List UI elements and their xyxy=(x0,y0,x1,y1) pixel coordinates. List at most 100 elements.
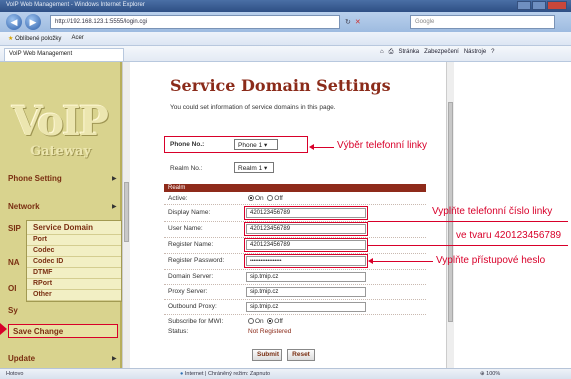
favorites-button[interactable]: ★ Oblíbené položky xyxy=(8,35,61,42)
status-bar: Hotovo ● Internet | Chráněný režim: Zapn… xyxy=(0,368,571,379)
user-name-field[interactable]: 420123456789 xyxy=(246,224,366,234)
close-button[interactable] xyxy=(547,1,567,10)
annotation-line xyxy=(368,245,568,246)
subscribe-on-label: On xyxy=(255,318,264,325)
sidebar-item-phone-setting[interactable]: Phone Setting xyxy=(8,174,62,183)
print-icon[interactable]: ⎙ xyxy=(389,49,394,56)
sidebar-item-network[interactable]: Network xyxy=(8,202,40,211)
submenu-dtmf[interactable]: DTMF xyxy=(27,268,121,279)
annotation-line xyxy=(368,221,568,222)
chevron-right-icon: ▶ xyxy=(112,176,117,182)
zoom-level: 100% xyxy=(486,371,501,377)
outbound-proxy-field[interactable]: sip.tmip.cz xyxy=(246,302,366,312)
reset-button[interactable]: Reset xyxy=(287,349,315,361)
refresh-icon[interactable]: ↻ xyxy=(345,18,351,26)
submenu-rport[interactable]: RPort xyxy=(27,279,121,290)
realm-no-select[interactable]: Realm 1 ▾ xyxy=(234,162,274,173)
sidebar-item-sip[interactable]: SIP xyxy=(8,224,21,233)
annotation-phone-number-1: Vyplňte telefonní číslo linky xyxy=(432,206,553,217)
sidebar-scrollbar[interactable] xyxy=(122,62,130,368)
annotation-password: Vyplňte přístupové heslo xyxy=(436,255,546,266)
outbound-proxy-label: Outbound Proxy: xyxy=(168,303,217,310)
sidebar: VoIP Gateway Phone Setting ▶ Network ▶ S… xyxy=(0,62,122,368)
status-zone: ● Internet | Chráněný režim: Zapnuto xyxy=(180,371,270,377)
main-panel: Service Domain Settings You could set in… xyxy=(130,62,450,368)
status-value: Not Registered xyxy=(248,328,292,335)
chevron-right-icon: ▶ xyxy=(112,356,117,362)
row-divider xyxy=(164,314,426,315)
subscribe-mwi-label: Subscribe for MWI: xyxy=(168,318,224,325)
submenu-other[interactable]: Other xyxy=(27,290,121,301)
active-radio-group: On Off xyxy=(248,195,283,202)
zoom-control[interactable]: ⊕ 100% xyxy=(480,371,500,377)
domain-server-field[interactable]: sip.tmip.cz xyxy=(246,272,366,282)
save-change-button[interactable]: Save Change xyxy=(8,324,118,338)
globe-icon: ● xyxy=(180,371,184,377)
help-icon[interactable]: ? xyxy=(491,49,494,56)
cmd-security[interactable]: Zabezpečení xyxy=(424,49,459,56)
phone-no-select[interactable]: Phone 1 ▾ xyxy=(234,139,278,150)
page-content: VoIP Gateway Phone Setting ▶ Network ▶ S… xyxy=(0,62,571,368)
tab-voip[interactable]: VoIP Web Management xyxy=(4,48,124,61)
zoom-icon: ⊕ xyxy=(480,371,485,377)
subscribe-off-radio[interactable] xyxy=(267,318,274,324)
sidebar-item-na[interactable]: NA xyxy=(8,258,20,267)
submenu-service-domain[interactable]: Service Domain xyxy=(27,221,121,235)
display-name-field[interactable]: 420123456789 xyxy=(246,208,366,218)
realm-no-value: Realm 1 xyxy=(238,165,263,172)
subscribe-radio-group: On Off xyxy=(248,318,283,325)
subscribe-on-radio[interactable] xyxy=(248,318,254,324)
active-label: Active: xyxy=(168,195,188,202)
search-input[interactable]: Google xyxy=(410,15,555,29)
submit-button[interactable]: Submit xyxy=(252,349,282,361)
row-divider xyxy=(164,204,426,205)
stop-icon[interactable]: ✕ xyxy=(355,18,361,26)
sidebar-item-ot[interactable]: OI xyxy=(8,284,16,293)
phone-no-label: Phone No.: xyxy=(170,141,205,148)
maximize-button[interactable] xyxy=(532,1,546,10)
annotation-line xyxy=(373,261,433,262)
active-off-radio[interactable] xyxy=(267,195,274,201)
display-name-label: Display Name: xyxy=(168,209,211,216)
register-password-field[interactable]: •••••••••••••••••• xyxy=(246,256,366,266)
gateway-logo: Gateway xyxy=(30,144,91,159)
cmd-page[interactable]: Stránka xyxy=(398,49,419,56)
minimize-button[interactable] xyxy=(517,1,531,10)
voip-logo: VoIP xyxy=(12,98,109,145)
submenu-codec[interactable]: Codec xyxy=(27,246,121,257)
user-name-label: User Name: xyxy=(168,225,203,232)
annotation-arrow xyxy=(0,323,7,335)
register-name-label: Register Name: xyxy=(168,241,214,248)
window-title-bar: VoIP Web Management - Windows Internet E… xyxy=(0,0,571,12)
home-icon[interactable]: ⌂ xyxy=(380,49,384,56)
active-on-label: On xyxy=(255,195,264,202)
chevron-down-icon: ▾ xyxy=(264,142,268,149)
sidebar-item-update[interactable]: Update xyxy=(8,354,35,363)
sidebar-scroll-thumb[interactable] xyxy=(124,182,129,242)
page-intro: You could set information of service dom… xyxy=(170,104,336,111)
register-password-label: Register Password: xyxy=(168,257,225,264)
chevron-down-icon: ▾ xyxy=(264,165,268,172)
cmd-tools[interactable]: Nástroje xyxy=(464,49,486,56)
register-name-field[interactable]: 420123456789 xyxy=(246,240,366,250)
address-tools: ↻ ✕ xyxy=(345,15,405,29)
submenu-port[interactable]: Port xyxy=(27,235,121,246)
active-on-radio[interactable] xyxy=(248,195,254,201)
forward-arrow-icon[interactable]: ▶ xyxy=(25,14,41,30)
domain-server-label: Domain Server: xyxy=(168,273,214,280)
command-bar: ⌂ ⎙ Stránka Zabezpečení Nástroje ? xyxy=(380,49,495,56)
submenu-codec-id[interactable]: Codec ID xyxy=(27,257,121,268)
back-arrow-icon[interactable]: ◀ xyxy=(6,14,22,30)
active-off-label: Off xyxy=(274,195,283,202)
address-row: ◀ ▶ http://192.168.123.1:5555/login.cgi … xyxy=(0,12,571,32)
row-divider xyxy=(164,284,426,285)
address-bar[interactable]: http://192.168.123.1:5555/login.cgi xyxy=(50,15,340,29)
section-realm-header: Realm xyxy=(164,184,426,192)
annotation-line xyxy=(314,147,334,148)
proxy-server-label: Proxy Server: xyxy=(168,288,208,295)
favorite-item[interactable]: Acer xyxy=(71,35,83,42)
sidebar-item-sys[interactable]: Sy xyxy=(8,306,18,315)
annotation-phone-line: Výběr telefonní linky xyxy=(337,140,428,151)
phone-no-value: Phone 1 xyxy=(238,142,263,149)
proxy-server-field[interactable]: sip.tmip.cz xyxy=(246,287,366,297)
